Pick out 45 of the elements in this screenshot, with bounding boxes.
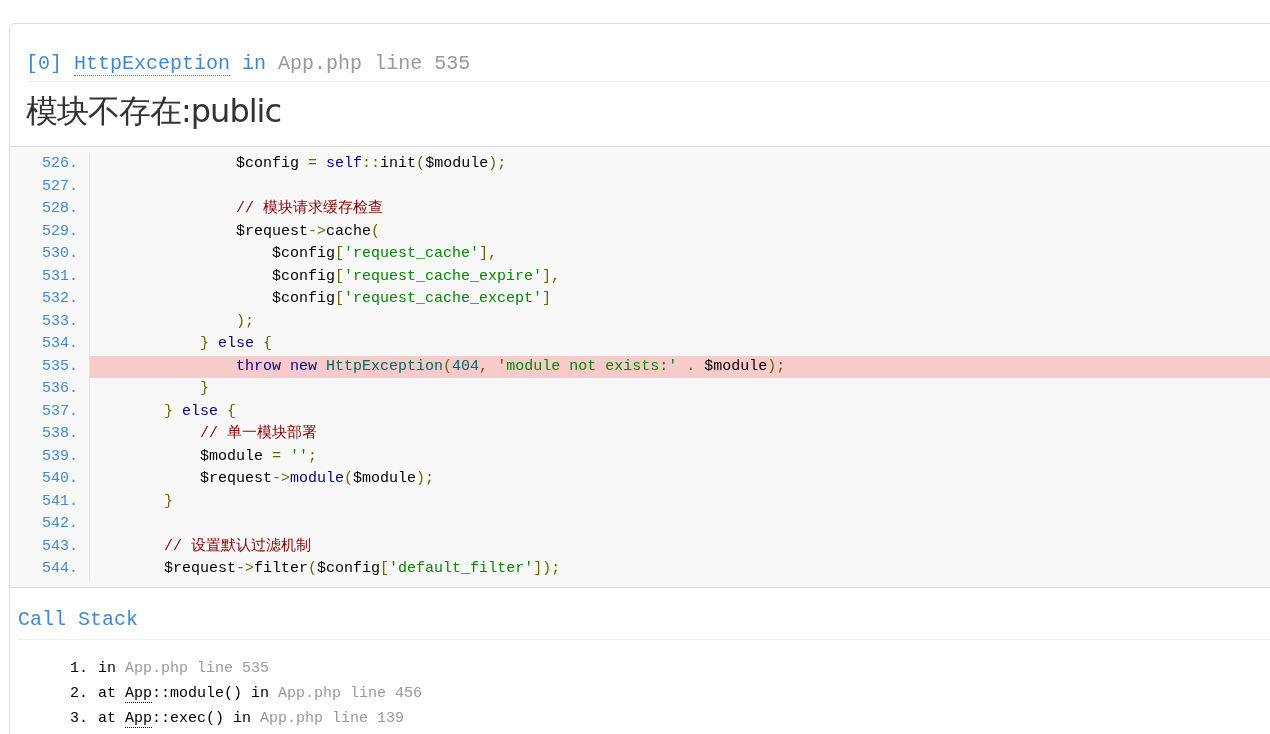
code-line: } else { <box>163 401 238 422</box>
code-line: } else { <box>199 334 274 354</box>
error-message: 模块不存在:public <box>26 92 282 130</box>
code-line: } <box>199 379 211 399</box>
line-number: 544. <box>41 559 78 579</box>
line-number: 527. <box>41 176 78 197</box>
line-number: 530. <box>41 244 78 264</box>
line-number: 532. <box>41 289 78 309</box>
code-line: $request->cache( <box>235 221 382 242</box>
item-number: 2. <box>69 683 89 704</box>
code-line: $config['request_cache_except'] <box>271 289 553 309</box>
line-number: 540. <box>41 469 78 489</box>
code-line: // 单一模块部署 <box>199 423 319 444</box>
exception-class-link[interactable]: HttpException <box>74 52 231 76</box>
exception-heading: [0] HttpException in App.php line 535 <box>26 52 1270 82</box>
code-line: // 模块请求缓存检查 <box>235 198 385 219</box>
code-line: $config['request_cache'], <box>271 244 499 264</box>
code-line: $module = ''; <box>199 446 319 467</box>
item-number: 3. <box>69 708 89 729</box>
code-line: $request->filter($config['default_filter']); <box>163 559 562 579</box>
line-number: 533. <box>41 311 78 332</box>
item-number: 1. <box>69 658 89 679</box>
line-number: 526. <box>41 154 78 174</box>
line-number: 543. <box>41 536 78 557</box>
line-number: 535. <box>41 356 78 377</box>
code-line: // 设置默认过滤机制 <box>163 536 313 557</box>
stack-frame: in App.php line 535 <box>98 655 270 681</box>
code-line: $request->module($module); <box>199 469 436 489</box>
line-number: 528. <box>41 199 78 219</box>
line-number: 538. <box>41 424 78 444</box>
code-line: $config = self::init($module); <box>235 154 508 174</box>
line-number: 542. <box>41 514 78 534</box>
line-number: 537. <box>41 401 78 422</box>
line-number: 529. <box>41 221 78 242</box>
code-line: } <box>163 491 174 512</box>
line-number: 541. <box>41 491 78 512</box>
code-line: ); <box>235 311 256 332</box>
line-number: 534. <box>41 334 78 354</box>
stack-frame: at App::module() in App.php line 456 <box>98 680 423 706</box>
code-line: $config['request_cache_expire'], <box>271 266 562 287</box>
stack-frame: at App::exec() in App.php line 139 <box>98 705 405 731</box>
line-number: 531. <box>41 266 78 287</box>
line-number: 536. <box>41 379 78 399</box>
line-number: 539. <box>41 446 78 467</box>
call-stack-heading: Call Stack <box>18 607 1270 640</box>
